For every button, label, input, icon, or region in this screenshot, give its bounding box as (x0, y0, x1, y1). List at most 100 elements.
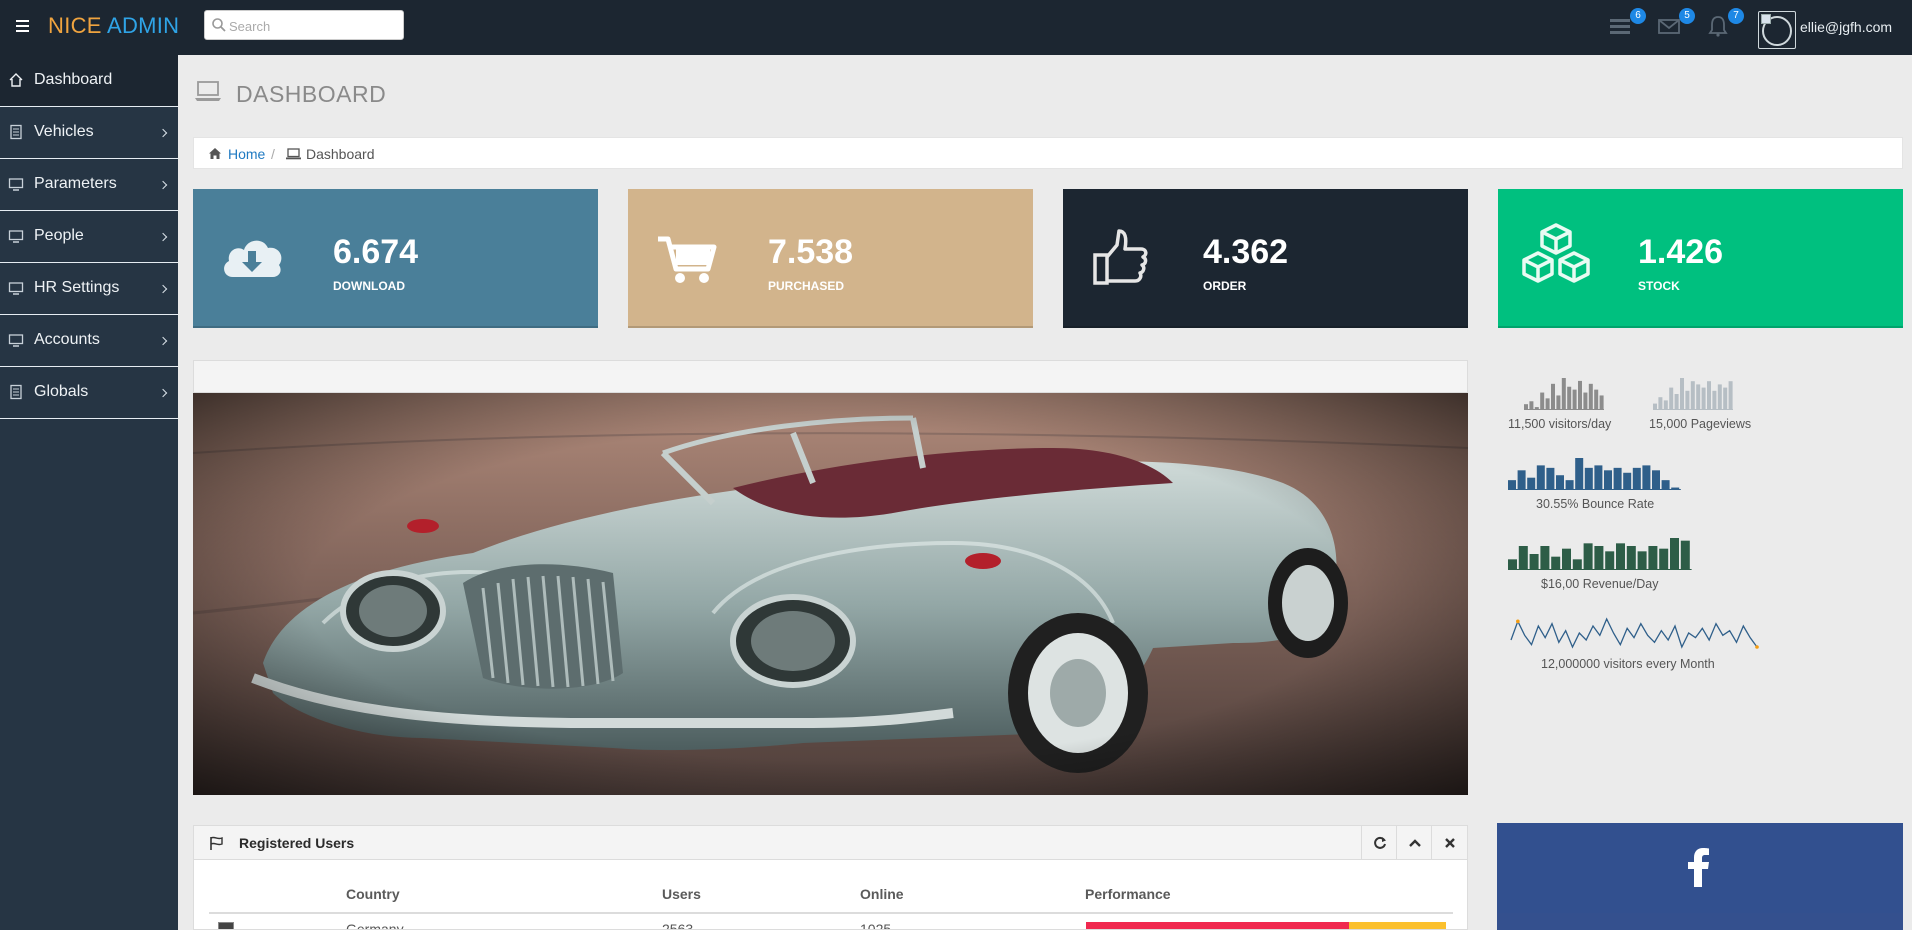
notifications-badge: 7 (1728, 8, 1744, 24)
country-flag-icon (218, 922, 234, 929)
sparkline-bar (1594, 546, 1604, 570)
monitor-icon (8, 334, 24, 347)
sparkline-bar (1680, 378, 1684, 410)
sparkline-bar (1565, 480, 1574, 490)
sparkline-bar (1701, 387, 1706, 410)
stat-card-stock[interactable]: 1.426 STOCK (1498, 189, 1903, 328)
stat-card-order[interactable]: 4.362 ORDER (1063, 189, 1468, 328)
sidebar: Dashboard Vehicles Parameters People HR … (0, 55, 178, 930)
chevron-up-icon (1409, 839, 1421, 847)
menu-toggle-icon[interactable] (16, 17, 30, 37)
brand-part-1: NICE (48, 13, 102, 38)
document-icon (10, 384, 22, 400)
sidebar-item-dashboard[interactable]: Dashboard (0, 55, 178, 107)
collapse-button[interactable] (1396, 826, 1431, 860)
breadcrumb-home-link[interactable]: Home (228, 146, 265, 162)
sparkline-point (1755, 645, 1759, 649)
stat-label: STOCK (1638, 279, 1680, 293)
sparkline-caption: $16,00 Revenue/Day (1541, 577, 1659, 591)
search-icon (212, 18, 226, 32)
registered-users-title: Registered Users (239, 835, 355, 851)
sparkline-caption: 11,500 visitors/day (1508, 417, 1612, 431)
table-cell-users: 2563 (662, 921, 694, 930)
sparkline-bar (1604, 470, 1612, 490)
sparkline-bar (1588, 383, 1593, 410)
breadcrumb-separator: / (271, 146, 275, 162)
table-header-divider (209, 912, 1453, 914)
sparkline-revenue (1508, 538, 1692, 570)
sparkline-bar (1680, 540, 1690, 570)
sparkline-bar (1690, 381, 1695, 410)
monitor-icon (8, 282, 24, 295)
sidebar-item-label: Vehicles (34, 123, 94, 140)
chevron-right-icon (158, 128, 168, 138)
avatar (1758, 11, 1796, 49)
stat-value: 4.362 (1203, 233, 1289, 271)
close-button[interactable] (1431, 826, 1466, 860)
breadcrumb: Home / Dashboard (193, 137, 1903, 169)
sparkline-bar (1616, 543, 1625, 570)
sidebar-item-label: People (34, 227, 84, 244)
sparkline-visitors-month (1510, 617, 1759, 649)
sparkline-bar (1562, 548, 1571, 570)
sidebar-item-people[interactable]: People (0, 211, 178, 263)
sparkline-bar (1652, 470, 1660, 490)
chevron-right-icon (158, 336, 168, 346)
sparkline-bar (1685, 390, 1690, 410)
sparkline-bar (1508, 559, 1517, 570)
sparkline-bar (1648, 546, 1658, 570)
sparkline-bar (1642, 465, 1651, 490)
top-navbar: NICE ADMIN 6 5 7 ellie@jgfh.com (0, 0, 1912, 55)
sidebar-item-vehicles[interactable]: Vehicles (0, 107, 178, 159)
messages-button[interactable]: 5 (1657, 8, 1695, 40)
column-header-performance: Performance (1085, 886, 1171, 902)
sparkline-bar (1584, 467, 1593, 490)
bell-icon (1708, 16, 1728, 37)
sidebar-item-label: Parameters (34, 175, 117, 192)
sparkline-bar (1674, 394, 1679, 410)
cart-icon (658, 236, 717, 283)
search-input[interactable] (229, 15, 399, 37)
stat-card-purchased[interactable]: 7.538 PURCHASED (628, 189, 1033, 328)
performance-bar-yellow (1348, 922, 1446, 929)
stat-card-download[interactable]: 6.674 DOWNLOAD (193, 189, 598, 328)
refresh-button[interactable] (1361, 826, 1396, 860)
sparkline-bar (1637, 551, 1647, 570)
image-panel-header (193, 360, 1468, 393)
stat-label: DOWNLOAD (333, 279, 405, 293)
sidebar-item-parameters[interactable]: Parameters (0, 159, 178, 211)
messages-badge: 5 (1679, 8, 1695, 24)
sparkline-bar (1626, 546, 1636, 570)
home-icon (209, 148, 221, 159)
vintage-car-image (193, 393, 1468, 795)
user-email: ellie@jgfh.com (1800, 19, 1893, 35)
notifications-button[interactable]: 7 (1706, 8, 1744, 40)
registered-users-header: Registered Users (194, 826, 1467, 860)
facebook-card[interactable] (1497, 823, 1903, 930)
sidebar-item-hr-settings[interactable]: HR Settings (0, 263, 178, 315)
tasks-button[interactable]: 6 (1608, 8, 1646, 40)
sparkline-bar (1527, 477, 1536, 490)
close-icon (1445, 838, 1455, 848)
sparkline-bar (1529, 554, 1539, 570)
sidebar-item-accounts[interactable]: Accounts (0, 315, 178, 367)
cubes-icon (1522, 223, 1590, 283)
sidebar-item-globals[interactable]: Globals (0, 367, 178, 419)
chevron-right-icon (158, 232, 168, 242)
brand-logo[interactable]: NICE ADMIN (48, 13, 179, 39)
chevron-right-icon (158, 388, 168, 398)
column-header-country: Country (346, 886, 400, 902)
sparkline-bar (1583, 543, 1593, 570)
sparkline-bar (1545, 398, 1550, 410)
sparkline-bar (1659, 548, 1669, 570)
home-icon (9, 73, 23, 87)
sparkline-bar (1594, 465, 1603, 490)
sidebar-item-label: Accounts (34, 331, 100, 348)
sparkline-bar (1567, 386, 1572, 410)
facebook-icon (1688, 848, 1709, 887)
sparkline-bar (1632, 467, 1641, 490)
tasks-icon (1610, 19, 1630, 34)
sparkline-bar (1540, 392, 1545, 410)
sparkline-bar (1663, 400, 1668, 410)
thumbs-up-icon (1093, 229, 1148, 285)
